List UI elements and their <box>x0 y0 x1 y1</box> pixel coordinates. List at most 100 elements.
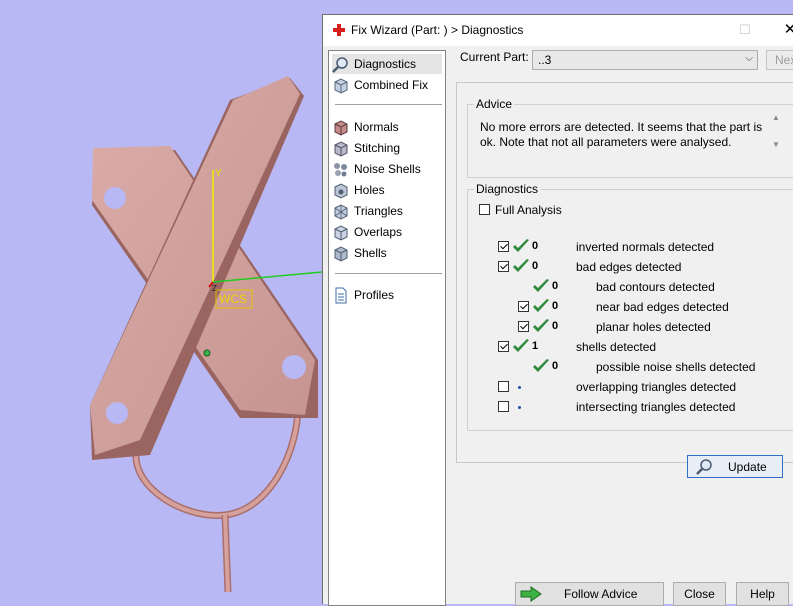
follow-advice-label: Follow Advice <box>564 587 638 601</box>
row-label: inverted normals detected <box>576 240 715 254</box>
row-label: overlapping triangles detected <box>576 380 737 394</box>
axis-y-label: Y <box>215 168 222 179</box>
row-label: planar holes detected <box>596 320 711 334</box>
advice-group: Advice No more errors are detected. It s… <box>467 97 793 178</box>
magnifier-icon <box>332 56 348 73</box>
axis-z-label: Z <box>212 284 217 293</box>
close-button[interactable]: Close <box>673 582 726 606</box>
row-label: shells detected <box>576 340 657 354</box>
row-checkbox[interactable] <box>518 321 529 332</box>
sidebar-item-label: Overlaps <box>354 225 403 239</box>
sidebar-item-holes[interactable]: Holes <box>332 180 442 200</box>
row-label: bad contours detected <box>596 280 715 294</box>
green-check-icon <box>513 259 529 272</box>
stitching-cube-icon <box>334 140 348 157</box>
chevron-down-icon: ⌵ <box>745 53 753 64</box>
sidebar-item-combined-fix[interactable]: Combined Fix <box>332 75 442 95</box>
row-checkbox[interactable] <box>498 401 509 412</box>
follow-advice-button[interactable]: Follow Advice <box>515 582 664 606</box>
nav-divider <box>335 273 442 274</box>
next-button[interactable]: Nex <box>766 50 793 70</box>
help-button[interactable]: Help <box>736 582 789 606</box>
advice-text: No more errors are detected. It seems th… <box>480 120 763 149</box>
sidebar-item-label: Diagnostics <box>354 57 417 71</box>
sidebar-item-label: Holes <box>354 183 385 197</box>
arrow-right-icon <box>520 586 542 602</box>
row-count: 0 <box>552 360 559 372</box>
sidebar-item-label: Normals <box>354 120 399 134</box>
fix-wizard-dialog: Fix Wizard (Part: ) > Diagnostics ☐ ✕ Di… <box>322 14 793 606</box>
row-checkbox[interactable] <box>498 241 509 252</box>
title-bar[interactable]: Fix Wizard (Part: ) > Diagnostics ☐ ✕ <box>323 15 793 46</box>
red-cross-icon <box>333 24 345 36</box>
sidebar-item-label: Shells <box>354 246 387 260</box>
magnifier-icon <box>696 459 712 475</box>
sidebar-item-normals[interactable]: Normals <box>332 117 442 137</box>
diagnostics-title: Diagnostics <box>474 182 541 196</box>
green-check-icon <box>513 239 529 252</box>
diagnostics-page: Advice No more errors are detected. It s… <box>456 82 793 478</box>
sidebar-item-label: Combined Fix <box>354 78 429 92</box>
maximize-button[interactable]: ☐ <box>730 19 760 41</box>
overlaps-cube-icon <box>334 224 348 241</box>
row-checkbox[interactable] <box>498 341 509 352</box>
sidebar-item-shells[interactable]: Shells <box>332 243 442 263</box>
scroll-down-icon[interactable]: ▼ <box>770 140 782 149</box>
sidebar-item-diagnostics[interactable]: Diagnostics <box>332 54 442 74</box>
sidebar-item-noise-shells[interactable]: Noise Shells <box>332 159 442 179</box>
shells-cube-icon <box>334 245 348 262</box>
sidebar-item-label: Noise Shells <box>354 162 421 176</box>
green-check-icon <box>513 339 529 352</box>
row-checkbox[interactable] <box>498 261 509 272</box>
advice-title: Advice <box>474 97 515 111</box>
sidebar-item-label: Profiles <box>354 288 395 302</box>
row-count: 0 <box>552 300 559 312</box>
status-dot-icon <box>518 386 521 389</box>
holes-cube-icon <box>334 182 348 199</box>
part-model <box>90 76 322 592</box>
row-checkbox[interactable] <box>518 301 529 312</box>
row-count: 0 <box>552 320 559 332</box>
current-part-label: Current Part: <box>460 50 529 64</box>
row-label: near bad edges detected <box>596 300 729 314</box>
sidebar-item-triangles[interactable]: Triangles <box>332 201 442 221</box>
close-window-button[interactable]: ✕ <box>775 19 793 41</box>
update-button[interactable]: Update <box>687 455 783 478</box>
row-count: 0 <box>552 280 559 292</box>
row-label: bad edges detected <box>576 260 682 274</box>
triangles-cube-icon <box>334 203 348 220</box>
sidebar-item-overlaps[interactable]: Overlaps <box>332 222 442 242</box>
sidebar-item-label: Stitching <box>354 141 401 155</box>
row-checkbox[interactable] <box>498 381 509 392</box>
status-dot-icon <box>518 406 521 409</box>
sidebar-item-label: Triangles <box>354 204 403 218</box>
full-analysis-checkbox[interactable] <box>479 204 490 215</box>
diagnostics-group: Diagnostics Full Analysis 0 inverted norm… <box>467 182 793 431</box>
advice-scrollbar[interactable]: ▲ ▼ <box>770 113 782 161</box>
nav-divider <box>335 104 442 105</box>
window-title: Fix Wizard (Part: ) > Diagnostics <box>351 23 524 37</box>
noise-shells-icon <box>334 162 347 176</box>
green-check-icon <box>533 299 549 312</box>
sidebar-nav: Diagnostics Combined Fix Normals Stitchi… <box>328 50 446 606</box>
green-check-icon <box>533 279 549 292</box>
cube-icon <box>334 77 348 94</box>
sidebar-item-stitching[interactable]: Stitching <box>332 138 442 158</box>
sidebar-item-profiles[interactable]: Profiles <box>332 285 442 305</box>
row-count: 1 <box>532 340 539 352</box>
current-part-value: ..3 <box>538 53 552 67</box>
document-icon <box>335 287 347 303</box>
green-check-icon <box>533 359 549 372</box>
row-count: 0 <box>532 240 539 252</box>
green-check-icon <box>533 319 549 332</box>
3d-viewport[interactable]: Y Z WCS <box>0 0 322 592</box>
full-analysis-label: Full Analysis <box>495 203 562 217</box>
content-panel: Current Part: ..3 ⌵ Nex Advice No more e… <box>453 50 793 606</box>
normals-cube-icon <box>334 119 348 136</box>
scroll-up-icon[interactable]: ▲ <box>770 113 782 122</box>
row-count: 0 <box>532 260 539 272</box>
current-part-dropdown[interactable]: ..3 ⌵ <box>532 50 758 70</box>
update-label: Update <box>728 460 767 474</box>
wcs-label: WCS <box>219 292 247 306</box>
row-label: possible noise shells detected <box>596 360 756 374</box>
